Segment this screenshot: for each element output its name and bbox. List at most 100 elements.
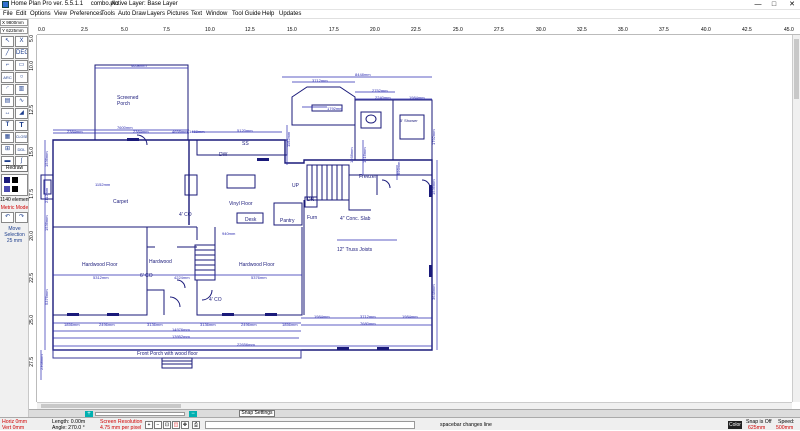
dim-label: 2496mm <box>99 322 115 327</box>
porch-steps <box>161 357 193 369</box>
color-button[interactable]: Color <box>728 421 742 429</box>
door-tool[interactable]: ◜ <box>1 84 14 95</box>
left-toolbar: X 9800mm Y 6225mm ↖ X ╱ DEG ⌐ ▭ ARC ○ ◜ … <box>0 19 29 417</box>
rectangle-tool[interactable]: ▭ <box>15 60 28 71</box>
menu-pictures[interactable]: Pictures <box>167 10 189 19</box>
color-swatch-black2[interactable] <box>12 186 18 192</box>
arc-tool[interactable]: ARC <box>1 72 14 83</box>
ddl-tool[interactable]: DDL <box>15 144 28 155</box>
menu-help[interactable]: Help <box>262 10 274 19</box>
dim-label: 4658mm <box>172 129 188 134</box>
label-co-2: 6' CO <box>140 273 153 279</box>
menu-text[interactable]: Text <box>191 10 202 19</box>
color-swatch-black[interactable] <box>12 177 18 183</box>
dim-label: 3712mm <box>312 78 328 83</box>
menu-layers[interactable]: Layers <box>147 10 165 19</box>
menu-updates[interactable]: Updates <box>279 10 301 19</box>
dim-label: 7600mm <box>117 125 133 130</box>
label-freezer: Freezer <box>359 174 377 180</box>
menu-view[interactable]: View <box>54 10 67 19</box>
snap-settings-button[interactable]: Snap Settings <box>239 410 275 417</box>
menu-options[interactable]: Options <box>30 10 51 19</box>
ruler-tick: 17.5 <box>329 27 339 33</box>
pan-icon[interactable]: ✥ <box>181 421 189 429</box>
redo-icon[interactable]: ↷ <box>15 212 28 223</box>
grid-tool[interactable]: ▦ <box>1 132 14 143</box>
angle-readout: Angle: 270.0 ° <box>52 425 85 431</box>
undo-icon[interactable]: ↶ <box>1 212 14 223</box>
dim-label: 13952mm <box>172 334 190 339</box>
window-tool[interactable]: ▥ <box>15 84 28 95</box>
line-tool[interactable]: ╱ <box>1 48 14 59</box>
close-tool[interactable]: CLOSE <box>15 132 28 143</box>
symbol-tool[interactable]: ⊞ <box>1 144 14 155</box>
big-text-tool[interactable]: T <box>15 120 28 131</box>
ruler-tick: 32.5 <box>577 27 587 33</box>
element-count: 1140 elements <box>0 197 29 203</box>
snap-value: 625mm <box>748 425 766 431</box>
label-co-3: 4' CO <box>209 297 222 303</box>
vertical-scroll-thumb[interactable] <box>794 39 799 99</box>
x-tool[interactable]: X <box>15 36 28 47</box>
bay-window <box>291 86 356 126</box>
close-button[interactable]: ✕ <box>785 0 799 10</box>
text-tool[interactable]: T <box>1 120 14 131</box>
drawing-canvas[interactable]: Screened Porch Carpet Vinyl Floor Hardwoo… <box>37 35 792 402</box>
dim-label: 8448mm <box>355 72 371 77</box>
label-hardwood-3: Hardwood Floor <box>239 262 275 268</box>
label-slab: 4" Conc. Slab <box>340 216 371 222</box>
ruler-tick: 27.5 <box>29 357 35 367</box>
stair-down-treads <box>195 249 215 276</box>
dim-label: 5376mm <box>44 289 49 305</box>
horizontal-scrollbar[interactable] <box>37 402 792 409</box>
porch-step-lines <box>162 360 192 365</box>
zoom-in-icon[interactable]: + <box>145 421 153 429</box>
menu-auto-draw[interactable]: Auto Draw <box>118 10 146 19</box>
menu-window[interactable]: Window <box>206 10 227 19</box>
ruler-tick: 37.5 <box>659 27 669 33</box>
dim-label: 3712mm <box>360 314 376 319</box>
color-swatch-blue[interactable] <box>4 186 10 192</box>
layer-strip[interactable] <box>95 412 185 416</box>
title-bar: Home Plan Pro ver. 5.5.1.1 combo.pln Act… <box>0 0 800 10</box>
refrigerator <box>184 174 198 196</box>
label-shower: 5' Shower <box>400 118 418 123</box>
wall-tool[interactable]: ⌐ <box>1 60 14 71</box>
stair-tool[interactable]: ▤ <box>1 96 14 107</box>
horizontal-scroll-thumb[interactable] <box>41 404 181 408</box>
top-ruler: 0.0 2.5 5.0 7.5 10.0 12.5 15.0 17.5 20.0… <box>37 27 800 35</box>
curve-tool[interactable]: ∿ <box>15 96 28 107</box>
print-icon[interactable]: ⎙ <box>192 421 200 429</box>
zoom-window-icon[interactable]: ◫ <box>172 421 180 429</box>
vertical-scrollbar[interactable] <box>792 35 800 402</box>
stair-up <box>306 164 350 201</box>
maximize-button[interactable]: □ <box>767 0 781 10</box>
speed-value: 500mm <box>776 425 794 431</box>
menu-edit[interactable]: Edit <box>16 10 26 19</box>
zoom-out-icon[interactable]: − <box>154 421 162 429</box>
deg-tool[interactable]: DEG <box>15 48 28 59</box>
fill-tool[interactable]: ◢ <box>15 108 28 119</box>
menu-tools[interactable]: Tools <box>101 10 115 19</box>
status-bar: Horiz 0mm Vert 0mm Length: 0.00m Angle: … <box>0 417 800 431</box>
line-style-palette[interactable] <box>1 174 28 196</box>
dim-label: 1856mm <box>64 322 80 327</box>
zoom-fit-icon[interactable]: ⊡ <box>163 421 171 429</box>
color-swatch-navy[interactable] <box>4 177 10 183</box>
dimension-tool[interactable]: ↔ <box>1 108 14 119</box>
label-hardwood-2: Hardwood <box>149 259 172 265</box>
menu-file[interactable]: File <box>3 10 13 19</box>
menu-preferences[interactable]: Preferences <box>70 10 102 19</box>
ruler-tick: 45.0 <box>784 27 794 33</box>
label-truss: 12" Truss Joists <box>337 247 373 253</box>
status-message-box <box>205 421 415 429</box>
minimize-button[interactable]: — <box>751 0 765 10</box>
label-hardwood-1: Hardwood Floor <box>82 262 118 268</box>
floor-plan: Screened Porch Carpet Vinyl Floor Hardwoo… <box>39 63 438 380</box>
circle-tool[interactable]: ○ <box>15 72 28 83</box>
metric-mode[interactable]: Metric Mode <box>0 205 29 211</box>
redraw-button[interactable]: Redraw <box>1 165 28 172</box>
menu-tool-guide[interactable]: Tool Guide <box>232 10 261 19</box>
pointer-tool[interactable]: ↖ <box>1 36 14 47</box>
label-furn: Furn <box>307 215 318 221</box>
